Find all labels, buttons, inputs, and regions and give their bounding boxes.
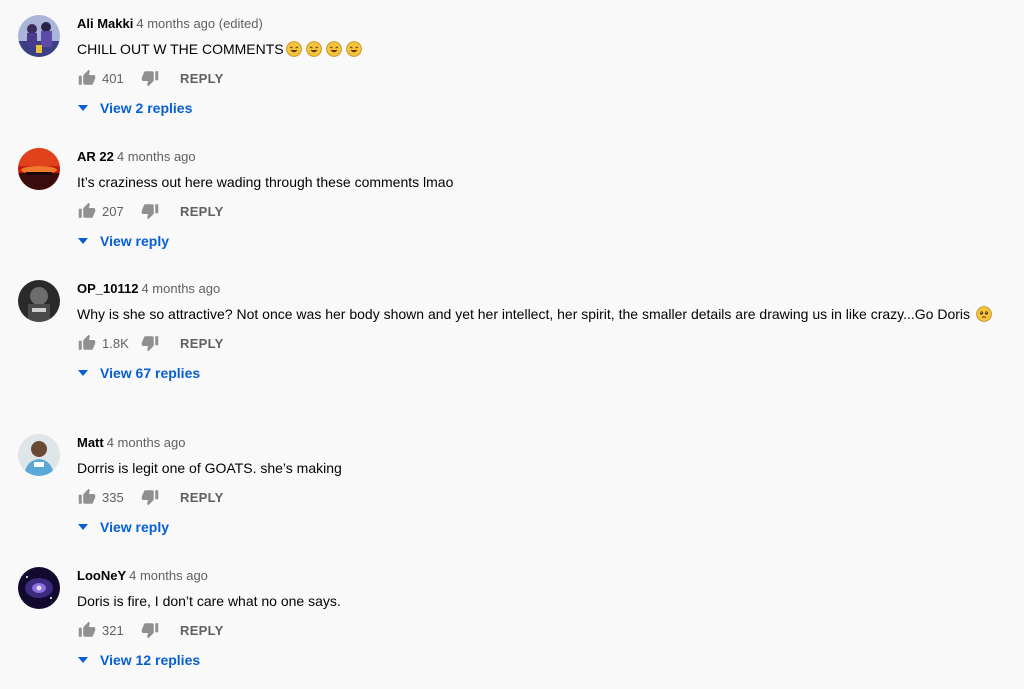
comments-section: Ali Makki 4 months ago (edited) CHILL OUT… (0, 0, 1024, 689)
comment-timestamp[interactable]: 4 months ago (117, 149, 196, 164)
comment-actions: 401 REPLY (77, 66, 994, 90)
like-button[interactable] (77, 487, 97, 507)
comment-actions: 207 REPLY (77, 199, 994, 223)
author-name[interactable]: AR 22 (77, 149, 114, 164)
comment-header: Matt 4 months ago (77, 434, 994, 452)
rolling-on-floor-laughing-emoji-icon (285, 41, 302, 57)
avatar[interactable] (18, 280, 60, 322)
dislike-button[interactable] (140, 333, 160, 353)
like-button[interactable] (77, 620, 97, 640)
dislike-button[interactable] (140, 68, 160, 88)
like-count: 401 (102, 70, 124, 86)
view-replies-label: View 67 replies (100, 365, 201, 381)
rolling-on-floor-laughing-emoji-icon (345, 41, 362, 57)
author-name[interactable]: OP_10112 (77, 281, 138, 296)
like-count: 1.8K (102, 335, 129, 351)
comment-timestamp[interactable]: 4 months ago (107, 435, 186, 450)
thumb-up-icon (78, 334, 96, 350)
author-name[interactable]: Ali Makki (77, 16, 133, 31)
comment-timestamp[interactable]: 4 months ago (129, 568, 208, 583)
comment-timestamp[interactable]: 4 months ago (141, 281, 220, 296)
rolling-on-floor-laughing-emoji-icon (325, 41, 342, 57)
thumb-down-icon (141, 71, 159, 87)
caret-down-icon (77, 102, 89, 114)
comment-text: CHILL OUT W THE COMMENTS (77, 39, 994, 60)
view-replies-button[interactable]: View 2 replies (77, 96, 994, 120)
avatar[interactable] (18, 148, 60, 190)
like-button[interactable] (77, 333, 97, 353)
thumb-down-icon (141, 336, 159, 352)
view-replies-button[interactable]: View reply (77, 229, 994, 253)
comment-actions: 321 REPLY (77, 618, 994, 642)
comment-header: Ali Makki 4 months ago (edited) (77, 15, 994, 33)
avatar[interactable] (18, 434, 60, 476)
view-replies-button[interactable]: View reply (77, 515, 994, 539)
comment-actions: 1.8K REPLY (77, 331, 994, 355)
thumb-down-icon (141, 623, 159, 639)
thumb-up-icon (78, 69, 96, 85)
view-replies-label: View 12 replies (100, 652, 201, 668)
caret-down-icon (77, 235, 89, 247)
caret-down-icon (77, 654, 89, 666)
reply-button[interactable]: REPLY (180, 490, 224, 505)
view-replies-label: View 2 replies (100, 100, 193, 116)
like-button[interactable] (77, 68, 97, 88)
caret-down-icon (77, 521, 89, 533)
view-replies-label: View reply (100, 519, 170, 535)
thumb-down-icon (141, 204, 159, 220)
comment-header: LooNeY 4 months ago (77, 567, 994, 585)
dislike-button[interactable] (140, 620, 160, 640)
dislike-button[interactable] (140, 487, 160, 507)
comment-actions: 335 REPLY (77, 485, 994, 509)
thumb-up-icon (78, 488, 96, 504)
view-replies-label: View reply (100, 233, 170, 249)
author-name[interactable]: Matt (77, 435, 104, 450)
view-replies-button[interactable]: View 67 replies (77, 361, 994, 385)
author-name[interactable]: LooNeY (77, 568, 126, 583)
comment-timestamp[interactable]: 4 months ago (edited) (136, 16, 262, 31)
caret-down-icon (77, 367, 89, 379)
comment-text: It’s craziness out here wading through t… (77, 174, 454, 190)
avatar[interactable] (18, 567, 60, 609)
thumb-up-icon (78, 621, 96, 637)
thumb-up-icon (78, 202, 96, 218)
pleading-face-emoji-icon (976, 306, 992, 322)
comment-text: Doris is fire, I don’t care what no one … (77, 593, 341, 609)
comment-header: AR 22 4 months ago (77, 148, 994, 166)
view-replies-button[interactable]: View 12 replies (77, 648, 994, 672)
reply-button[interactable]: REPLY (180, 71, 224, 86)
dislike-button[interactable] (140, 201, 160, 221)
like-count: 207 (102, 203, 124, 219)
thumb-down-icon (141, 490, 159, 506)
avatar[interactable] (18, 15, 60, 57)
reply-button[interactable]: REPLY (180, 623, 224, 638)
like-button[interactable] (77, 201, 97, 221)
rolling-on-floor-laughing-emoji-icon (305, 41, 322, 57)
comment-header: OP_10112 4 months ago (77, 280, 994, 298)
comment-text: Why is she so attractive? Not once was h… (77, 304, 994, 325)
reply-button[interactable]: REPLY (180, 336, 224, 351)
like-count: 335 (102, 489, 124, 505)
comment-text: Dorris is legit one of GOATS. she’s maki… (77, 460, 342, 476)
reply-button[interactable]: REPLY (180, 204, 224, 219)
like-count: 321 (102, 622, 124, 638)
